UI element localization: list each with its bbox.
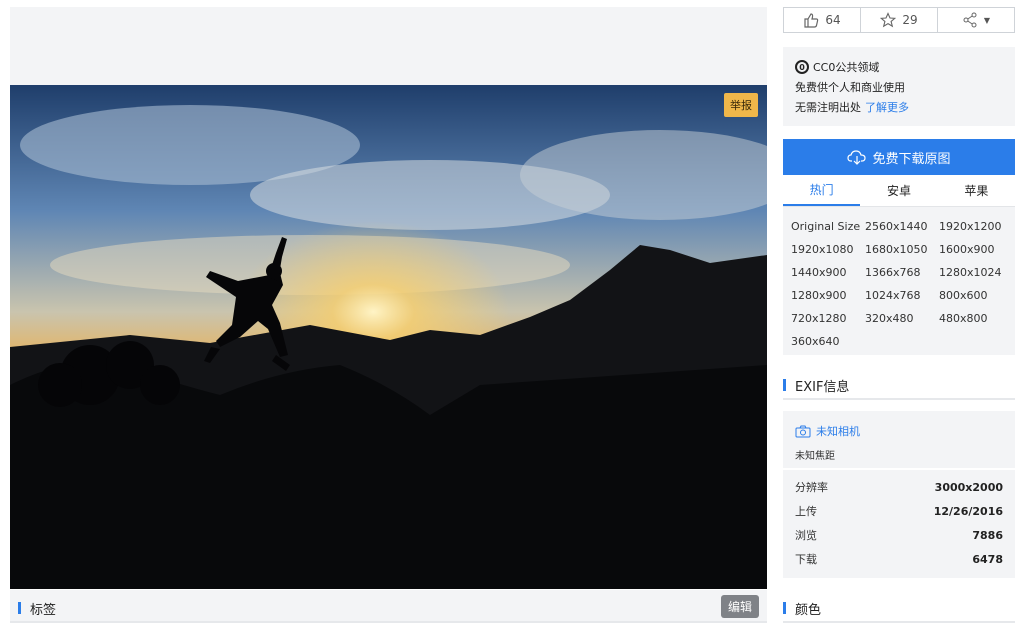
favorite-count: 29 bbox=[902, 13, 918, 27]
image-top-area bbox=[10, 7, 767, 85]
size-option[interactable]: 480x800 bbox=[939, 307, 1013, 330]
size-option[interactable]: 320x480 bbox=[865, 307, 939, 330]
size-option[interactable]: 1280x1024 bbox=[939, 261, 1013, 284]
favorite-button[interactable]: 29 bbox=[860, 8, 937, 32]
size-option[interactable]: 1440x900 bbox=[791, 261, 865, 284]
camera-panel: 未知相机 未知焦距 bbox=[783, 411, 1015, 468]
action-bar: 64 29 ▼ bbox=[783, 7, 1015, 33]
camera-name: 未知相机 bbox=[816, 425, 860, 438]
size-list: Original Size 2560x1440 1920x1200 1920x1… bbox=[783, 207, 1015, 353]
license-line1: 免费供个人和商业使用 bbox=[795, 77, 1003, 97]
chevron-down-icon: ▼ bbox=[983, 15, 991, 25]
color-title: 颜色 bbox=[783, 599, 821, 618]
download-panel: 热门 安卓 苹果 Original Size 2560x1440 1920x12… bbox=[783, 175, 1015, 355]
license-line1-text: 免费供个人和商业使用 bbox=[795, 81, 905, 94]
tab-hot[interactable]: 热门 bbox=[783, 175, 861, 206]
size-option[interactable]: 720x1280 bbox=[791, 307, 865, 330]
stat-label: 分辨率 bbox=[795, 481, 828, 494]
download-label: 免费下载原图 bbox=[872, 151, 951, 167]
size-option[interactable]: 360x640 bbox=[791, 330, 865, 353]
camera-row[interactable]: 未知相机 bbox=[795, 423, 1003, 439]
stat-label: 上传 bbox=[795, 505, 817, 518]
size-option[interactable]: 1680x1050 bbox=[865, 238, 939, 261]
like-button[interactable]: 64 bbox=[784, 8, 860, 32]
divider bbox=[783, 621, 1015, 623]
tab-apple[interactable]: 苹果 bbox=[938, 175, 1015, 206]
size-option[interactable]: 2560x1440 bbox=[865, 215, 939, 238]
tags-title: 标签 bbox=[18, 599, 56, 618]
license-panel: 0 CC0公共领域 免费供个人和商业使用 无需注明出处 了解更多 bbox=[783, 47, 1015, 126]
stat-row: 浏览 7886 bbox=[795, 524, 1003, 548]
stat-value: 6478 bbox=[972, 553, 1003, 566]
stat-label: 下载 bbox=[795, 553, 817, 566]
stat-label: 浏览 bbox=[795, 529, 817, 542]
camera-icon bbox=[795, 425, 811, 437]
thumbs-up-icon bbox=[804, 13, 819, 28]
learn-more-link[interactable]: 了解更多 bbox=[865, 99, 909, 115]
stat-row: 分辨率 3000x2000 bbox=[795, 476, 1003, 500]
stat-value: 7886 bbox=[972, 529, 1003, 542]
size-option[interactable]: 1280x900 bbox=[791, 284, 865, 307]
size-option[interactable]: 1024x768 bbox=[865, 284, 939, 307]
cloud-download-icon bbox=[847, 150, 867, 165]
report-button[interactable]: 举报 bbox=[724, 93, 758, 117]
download-original-button[interactable]: 免费下载原图 bbox=[783, 139, 1015, 175]
exif-title: EXIF信息 bbox=[783, 376, 849, 395]
edit-tags-button[interactable]: 编辑 bbox=[720, 595, 759, 618]
divider bbox=[783, 398, 1015, 400]
stat-row: 下载 6478 bbox=[795, 548, 1003, 572]
size-option[interactable]: 1366x768 bbox=[865, 261, 939, 284]
cc0-icon: 0 bbox=[795, 60, 809, 74]
tags-bar: 标签 编辑 bbox=[10, 590, 767, 623]
download-tabs: 热门 安卓 苹果 bbox=[783, 175, 1015, 207]
stat-value: 12/26/2016 bbox=[933, 505, 1003, 518]
main-photo[interactable]: 举报 bbox=[10, 85, 767, 589]
size-option[interactable]: 800x600 bbox=[939, 284, 1013, 307]
license-line2: 无需注明出处 了解更多 bbox=[795, 97, 1003, 117]
license-title-row: 0 CC0公共领域 bbox=[795, 57, 1003, 77]
share-icon bbox=[963, 12, 977, 28]
size-option[interactable]: Original Size bbox=[791, 215, 865, 238]
size-option[interactable]: 1920x1080 bbox=[791, 238, 865, 261]
photo-scene bbox=[10, 85, 767, 589]
license-line2-text: 无需注明出处 bbox=[795, 101, 861, 114]
stat-value: 3000x2000 bbox=[934, 481, 1003, 494]
license-title: CC0公共领域 bbox=[813, 61, 880, 74]
stat-row: 上传 12/26/2016 bbox=[795, 500, 1003, 524]
size-option[interactable]: 1600x900 bbox=[939, 238, 1013, 261]
tab-android[interactable]: 安卓 bbox=[860, 175, 937, 206]
focal-length: 未知焦距 bbox=[795, 451, 835, 462]
size-option[interactable]: 1920x1200 bbox=[939, 215, 1013, 238]
like-count: 64 bbox=[825, 13, 841, 27]
stats-panel: 分辨率 3000x2000 上传 12/26/2016 浏览 7886 下载 6478 bbox=[783, 470, 1015, 578]
share-button[interactable]: ▼ bbox=[937, 8, 1014, 32]
star-icon bbox=[880, 12, 897, 28]
